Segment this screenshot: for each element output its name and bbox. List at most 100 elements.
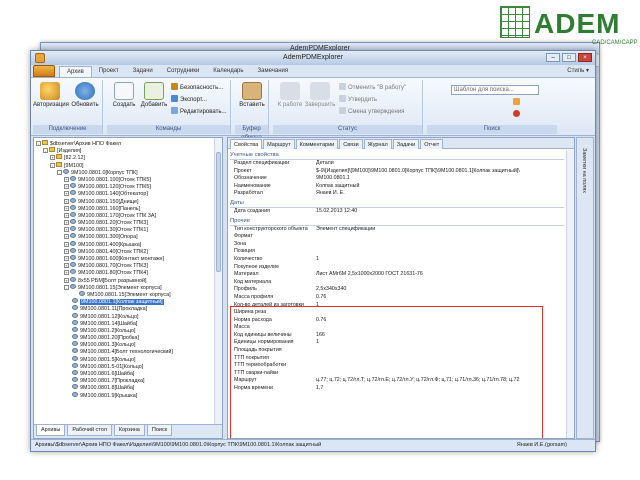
style-menu[interactable]: Стиль ▾ [567,67,589,74]
search-input[interactable]: Шаблон для поиска... [451,85,539,95]
expand-icon[interactable]: + [64,227,69,233]
tree-node[interactable]: 9M100.0801.5-01[Кольцо] [36,362,212,370]
expand-icon[interactable]: + [64,198,69,204]
tree-node[interactable]: 9M100.0801.6[Шайба] [36,370,212,377]
tree-node[interactable]: - 9M100.0801.0[Корпус ТПК] [36,168,212,176]
expand-icon[interactable]: + [64,256,69,261]
change-approval-button[interactable]: Смена утверждения [339,107,404,117]
property-row[interactable]: ТТП термообработки [230,362,564,370]
clear-search-button[interactable] [513,110,522,120]
minimize-button[interactable]: – [546,53,560,62]
expand-icon[interactable]: + [64,191,69,197]
ribbon-tab-calendar[interactable]: Календарь [206,66,250,77]
collapse-icon[interactable]: - [57,169,62,175]
ribbon-tab-tasks[interactable]: Задачи [126,66,160,77]
property-row[interactable]: Кол-во деталей из заготовки 1 [230,302,564,310]
search-options-button[interactable] [513,98,522,108]
properties-scrollbar[interactable] [566,150,574,438]
tab-trash[interactable]: Корзина [113,425,145,436]
security-button[interactable]: Безопасность... [171,83,223,93]
tree-node[interactable]: +9M100.0801.20[Отсек ТПК3] [36,219,212,226]
collapse-icon[interactable]: - [43,148,48,154]
approve-button[interactable]: Утвердить [339,95,377,105]
tree-scrollbar[interactable] [214,138,222,424]
tree-node[interactable]: +9M100.0801.70[Отсек ТПК3] [36,262,212,269]
tab-properties[interactable]: Свойства [230,139,263,149]
tree-node[interactable]: +9M100.0801.30[Отсек ТПК1] [36,226,212,233]
expand-icon[interactable]: + [50,155,55,161]
tree-node[interactable]: - [Изделия] [36,147,212,154]
property-row[interactable]: Масса профиля 0.76 [230,294,564,302]
paste-button[interactable]: Вставить [235,82,269,108]
property-section[interactable]: Учетные свойства [230,151,564,160]
property-row[interactable]: Обозначение 9M100.0801.1 [230,175,564,183]
tree-node[interactable]: - $dbserver\Архив НПО Факел [36,140,212,147]
ribbon-tab-staff[interactable]: Сотрудники [160,66,207,77]
property-row[interactable]: Маршрут ц.77; ц.72; ц.72/гл.Т; ц.72/гл.Е;… [230,377,564,385]
tree-node[interactable]: 9M100.0801.15[Элемент корпуса] [36,290,212,298]
create-button[interactable]: Создать [107,82,141,108]
tree-node[interactable]: +9M100.0801.160[Панель] [36,204,212,212]
tab-report[interactable]: Отчет [420,139,444,149]
tree-node[interactable]: +9M100.0801.300[Опора] [36,233,212,240]
expand-icon[interactable]: + [64,205,69,211]
tree-node[interactable]: +9M100.0801.170[Отсек ТПК 3А] [36,211,212,219]
tree-node[interactable]: 9M100.0801.5[Кольцо] [36,355,212,363]
tree-node[interactable]: +9M100.0801.600[Контакт монтажн] [36,255,212,262]
property-row[interactable]: Разработал Янаев И. Е. [230,190,564,198]
property-section[interactable]: Прочие [230,217,564,226]
property-row[interactable]: Код материала [230,279,564,287]
collapse-icon[interactable]: - [64,284,69,290]
property-row[interactable]: Ширина реза [230,309,564,317]
expand-icon[interactable]: + [64,248,69,254]
finish-button[interactable]: Завершить [303,82,337,108]
tab-route[interactable]: Маршрут [263,139,295,149]
tree-node[interactable]: - 9M100.0801.15[Элемент корпуса] [36,283,212,291]
property-row[interactable]: ТТП сварки-пайки [230,370,564,378]
tree-node[interactable]: +9M100.0801.150[Днище] [36,197,212,205]
tree-node[interactable]: +9M100.0801.140[Обтекатор] [36,190,212,197]
property-row[interactable]: Дата создания 15.02.2013 12:40 [230,208,564,216]
expand-icon[interactable]: + [64,176,69,182]
tab-archives[interactable]: Архивы [36,425,66,436]
property-row[interactable]: Материал Лист АМг6М 2,5х1000х2000 ГОСТ 21… [230,271,564,279]
tree-node[interactable]: 9M100.0801.7[Прокладка] [36,377,212,384]
tree-node[interactable]: - [9M100] [36,161,212,169]
property-row[interactable]: Формат [230,233,564,241]
expand-icon[interactable]: + [64,277,69,283]
expand-icon[interactable]: + [64,220,69,226]
expand-icon[interactable]: + [64,263,69,269]
tab-comments[interactable]: Комментарии [295,139,339,149]
tree-node[interactable]: +9M100.0801.80[Отсек ТПК4] [36,269,212,276]
tree-node[interactable]: 9M100.0801.3[Кольцо] [36,341,212,348]
tab-search[interactable]: Поиск [146,425,173,436]
tree-node[interactable]: 9M100.0801.4[Болт технологический] [36,348,212,355]
property-row[interactable]: Позиция [230,248,564,256]
tree-node[interactable]: 9M100.0801.9[Крышка] [36,391,212,399]
side-notes-panel[interactable]: Заметки на полях [576,137,594,439]
expand-icon[interactable]: + [64,184,69,190]
tree-node[interactable]: +9M100.0801.100[Отсек ТПК5] [36,175,212,183]
tree-node[interactable]: 9M100.0801.2[Кольцо] [36,326,212,334]
ribbon-tab-remarks[interactable]: Замечания [251,66,296,77]
tree-node[interactable]: +9M100.0801.400[Крышка] [36,240,212,248]
property-row[interactable]: Профиль 2,5х340х340 [230,286,564,294]
ribbon-tab-project[interactable]: Проект [92,66,126,77]
property-row[interactable]: Зона [230,241,564,249]
tree-node[interactable]: +9M100.0801.120[Отсек ТПК5] [36,183,212,190]
property-row[interactable]: Масса [230,324,564,332]
add-button[interactable]: Добавить [137,82,171,108]
app-menu-button[interactable] [33,65,55,77]
tree-node[interactable]: 9M100.0801.1[Колпак защитный] [36,298,212,306]
refresh-button[interactable]: Обновить [68,82,102,108]
tab-desktop[interactable]: Рабочий стол [67,425,112,436]
to-work-button[interactable]: К работе [273,82,307,108]
export-button[interactable]: Экспорт... [171,95,207,105]
cancel-work-button[interactable]: Отменить "В работу" [339,83,406,93]
collapse-icon[interactable]: - [36,141,41,146]
expand-icon[interactable]: + [64,234,69,240]
property-row[interactable]: Единицы нормирования 1 [230,339,564,347]
ribbon-tab-archive[interactable]: Архив [59,66,92,77]
property-row[interactable]: Норма времени 1,7 [230,385,564,393]
tree-node[interactable]: 9M100.0801.14[Шайба] [36,319,212,327]
